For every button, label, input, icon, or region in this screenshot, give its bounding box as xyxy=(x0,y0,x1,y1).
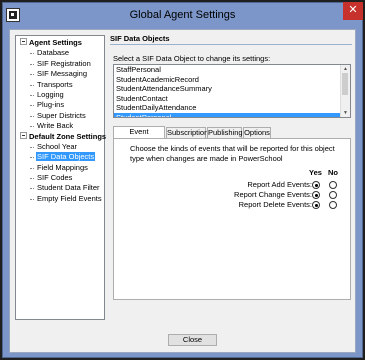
dialog-body: Agent Settings Database SIF Registration SI… xyxy=(9,29,356,353)
tree-item-label: Database xyxy=(37,48,70,58)
event-label: Report Add Events: xyxy=(247,180,312,189)
window-close-button[interactable]: ✕ xyxy=(343,2,363,20)
tree-item[interactable]: Database xyxy=(16,48,104,58)
tree-item[interactable]: SIF Registration xyxy=(16,59,104,69)
list-item[interactable]: StudentContact xyxy=(114,94,340,104)
close-button[interactable]: Close xyxy=(168,334,217,346)
event-reporting-description: Choose the kinds of events that will be … xyxy=(130,144,335,163)
panel-title: SIF Data Objects xyxy=(110,34,170,43)
tree-item[interactable]: Write Back xyxy=(16,121,104,131)
tree-item-label: Super Districts xyxy=(37,110,86,120)
tree-item-label: Logging xyxy=(37,89,64,99)
radio-no[interactable] xyxy=(329,191,337,199)
panel-divider xyxy=(110,44,352,45)
yes-column-header: Yes xyxy=(309,168,322,177)
tree-item-label: Plug-ins xyxy=(37,100,65,110)
object-list-scrollbar[interactable]: ▲ ▼ xyxy=(340,65,350,117)
tree-item[interactable]: Plug-ins xyxy=(16,100,104,110)
event-reporting-panel: Choose the kinds of events that will be … xyxy=(113,138,351,300)
tree-item[interactable]: SIF Codes xyxy=(16,173,104,183)
object-list-instruction: Select a SIF Data Object to change its s… xyxy=(113,54,271,63)
tree-item[interactable]: Transports xyxy=(16,80,104,90)
tree-item[interactable]: Logging xyxy=(16,90,104,100)
tree-item-label: SIF Registration xyxy=(37,58,91,68)
tree-item-label: Transports xyxy=(37,79,73,89)
tree-section-label: Default Zone Settings xyxy=(29,131,107,141)
tree-item-label: School Year xyxy=(37,141,78,151)
event-label: Report Change Events: xyxy=(234,190,312,199)
event-label: Report Delete Events: xyxy=(238,200,312,209)
tree-item-label: Field Mappings xyxy=(37,162,88,172)
title-bar[interactable]: Global Agent Settings ✕ xyxy=(3,2,363,29)
list-item[interactable]: StudentAttendanceSummary xyxy=(114,84,340,94)
tree-item[interactable]: Student Data Filter xyxy=(16,183,104,193)
radio-yes[interactable] xyxy=(312,181,320,189)
tree-item[interactable]: SIF Data Objects xyxy=(16,152,104,162)
tree-section-label: Agent Settings xyxy=(29,38,82,47)
tree-item[interactable]: SIF Messaging xyxy=(16,69,104,79)
radio-yes[interactable] xyxy=(312,191,320,199)
tab-subscription[interactable]: Subscription xyxy=(166,127,208,138)
scroll-up-icon[interactable]: ▲ xyxy=(341,65,350,73)
tree-item[interactable]: Empty Field Events xyxy=(16,194,104,204)
tree-item-label: Student Data Filter xyxy=(37,183,100,193)
radio-yes[interactable] xyxy=(312,201,320,209)
scroll-thumb[interactable] xyxy=(342,73,348,95)
radio-no[interactable] xyxy=(329,181,337,189)
tree-item[interactable]: Super Districts xyxy=(16,111,104,121)
list-item[interactable]: StaffPersonal xyxy=(114,65,340,75)
settings-tree[interactable]: Agent Settings Database SIF Registration SI… xyxy=(15,35,107,320)
no-column-header: No xyxy=(328,168,338,177)
list-item[interactable]: StudentDailyAttendance xyxy=(114,103,340,113)
tree-item-label: SIF Messaging xyxy=(37,69,88,79)
tree-item-label: SIF Data Objects xyxy=(36,152,96,162)
tree-item-label: Write Back xyxy=(37,121,74,131)
scroll-down-icon[interactable]: ▼ xyxy=(341,109,350,117)
tab-options[interactable]: Options xyxy=(243,127,271,138)
tab-publishing[interactable]: Publishing xyxy=(207,127,243,138)
tab-event-reporting[interactable]: Event Reporting xyxy=(113,126,165,146)
list-item[interactable]: StudentPersonal xyxy=(114,112,340,117)
tree-item-label: Empty Field Events xyxy=(37,193,102,203)
window-title: Global Agent Settings xyxy=(129,9,236,21)
global-agent-settings-window: Global Agent Settings ✕ Agent Settings Da… xyxy=(2,2,363,358)
sif-object-list[interactable]: StaffPersonal StudentAcademicRecord Studen… xyxy=(113,64,351,118)
tree-item[interactable]: School Year xyxy=(16,142,104,152)
tree-section-1[interactable]: Default Zone Settings xyxy=(16,131,107,142)
tree-section-0[interactable]: Agent Settings xyxy=(16,38,104,48)
collapse-icon[interactable] xyxy=(20,38,27,45)
list-item[interactable]: StudentAcademicRecord xyxy=(114,75,340,85)
tree-item-label: SIF Codes xyxy=(37,173,73,183)
tree-item[interactable]: Field Mappings xyxy=(16,163,104,173)
collapse-icon[interactable] xyxy=(20,131,27,139)
radio-no[interactable] xyxy=(329,201,337,209)
